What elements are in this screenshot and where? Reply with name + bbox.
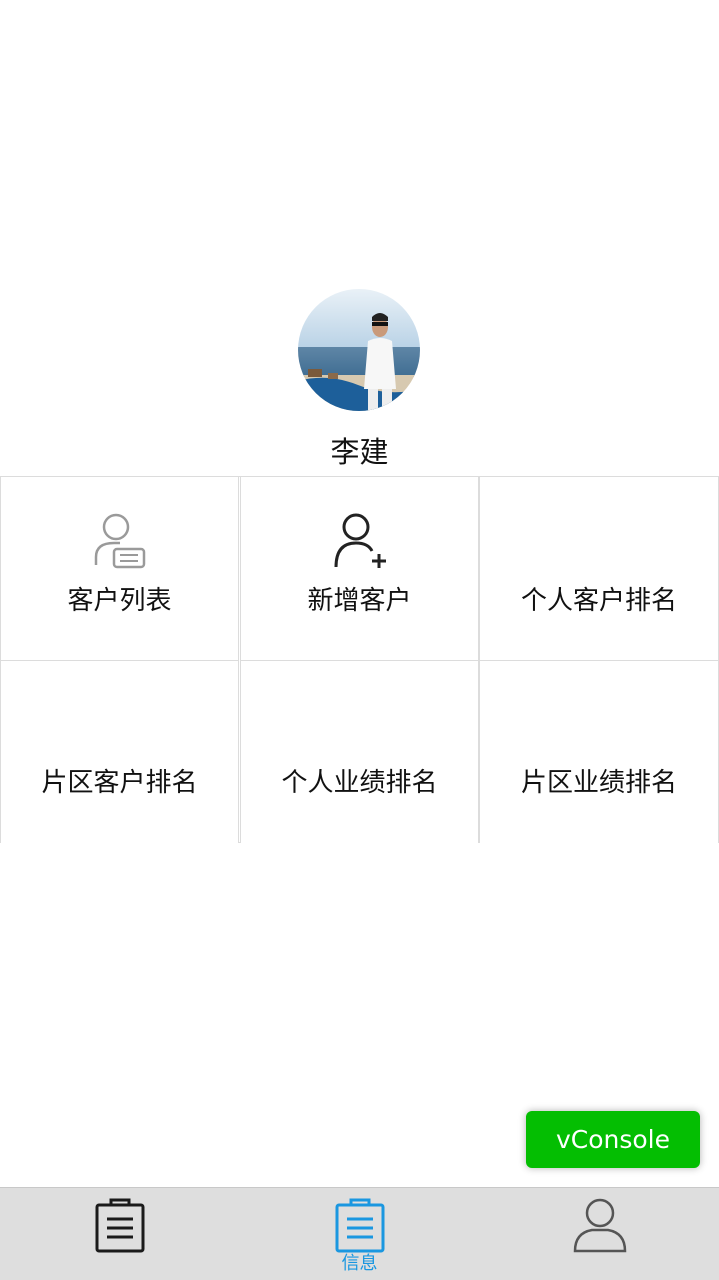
menu-item-customer-list[interactable]: 客户列表 bbox=[0, 477, 239, 660]
menu-item-add-customer[interactable]: 新增客户 bbox=[240, 477, 479, 660]
menu-item-label: 客户列表 bbox=[67, 586, 172, 616]
menu-item-personal-performance-ranking[interactable]: 个人业绩排名 bbox=[240, 660, 479, 843]
tab-bar: 信息 bbox=[0, 1187, 719, 1280]
user-icon bbox=[573, 1198, 626, 1253]
menu-item-label: 片区业绩排名 bbox=[520, 768, 677, 798]
vconsole-button[interactable]: vConsole bbox=[526, 1111, 700, 1168]
tab-info-label: 信息 bbox=[341, 1253, 378, 1274]
menu-item-label: 片区客户排名 bbox=[41, 768, 198, 798]
menu-item-personal-customer-ranking[interactable]: 个人客户排名 bbox=[479, 477, 719, 660]
menu-item-label: 个人客户排名 bbox=[520, 586, 677, 616]
tab-profile[interactable] bbox=[480, 1188, 719, 1280]
clipboard-icon bbox=[335, 1198, 384, 1253]
menu-item-district-performance-ranking[interactable]: 片区业绩排名 bbox=[479, 660, 719, 843]
tab-tasks[interactable] bbox=[0, 1188, 239, 1280]
menu-grid: 客户列表 新增客户 个人客户排名 片区客户排名 个人业绩排名 片区业绩排名 bbox=[0, 476, 719, 843]
avatar[interactable] bbox=[298, 289, 420, 411]
clipboard-icon bbox=[95, 1198, 144, 1253]
menu-item-label: 新增客户 bbox=[307, 586, 412, 616]
tab-info[interactable]: 信息 bbox=[240, 1188, 479, 1280]
page: 李建 客户列表 新增客户 个人客户排名 片区客户排名 个人业绩排名 片区业绩排名… bbox=[0, 0, 719, 1280]
menu-item-district-customer-ranking[interactable]: 片区客户排名 bbox=[0, 660, 239, 843]
add-user-icon bbox=[334, 513, 386, 568]
user-name: 李建 bbox=[330, 435, 389, 469]
avatar-photo bbox=[298, 289, 420, 411]
menu-item-label: 个人业绩排名 bbox=[281, 768, 438, 798]
customer-list-icon bbox=[94, 513, 145, 569]
